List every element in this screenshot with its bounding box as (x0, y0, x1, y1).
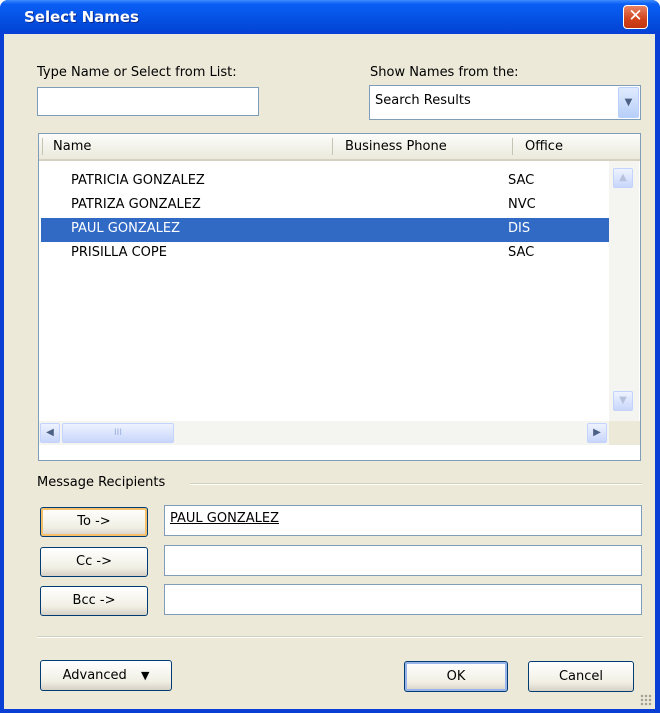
column-header-office[interactable]: Office (525, 139, 563, 154)
list-header: Name Business Phone Office (39, 134, 640, 161)
bcc-field[interactable] (164, 584, 642, 615)
window-title: Select Names (24, 8, 139, 26)
scrollbar-grip: III (114, 428, 122, 438)
search-label: Type Name or Select from List: (37, 65, 237, 80)
scroll-down-icon[interactable]: ▼ (613, 391, 633, 411)
ok-button[interactable]: OK (404, 661, 508, 692)
row-name: PATRICIA GONZALEZ (71, 173, 205, 188)
scrollbar-thumb[interactable]: III (62, 423, 174, 443)
search-input[interactable] (37, 87, 259, 116)
advanced-button[interactable]: Advanced ▼ (40, 660, 172, 691)
row-office: DIS (508, 221, 531, 236)
advanced-button-label: Advanced (62, 668, 127, 683)
column-header-name[interactable]: Name (53, 139, 91, 154)
names-list[interactable]: Name Business Phone Office PATRICIA GONZ… (38, 133, 641, 461)
footer-divider (37, 636, 642, 638)
to-button-label: To -> (77, 514, 111, 529)
group-divider (190, 483, 642, 485)
row-office: SAC (508, 245, 535, 260)
cancel-button-label: Cancel (558, 669, 604, 684)
dialog-body: Type Name or Select from List: Show Name… (4, 34, 655, 709)
list-row-selected[interactable]: PAUL GONZALEZ DIS (41, 218, 609, 242)
bcc-button[interactable]: Bcc -> (40, 586, 148, 616)
title-bar[interactable]: Select Names ✕ (0, 0, 660, 34)
close-button[interactable]: ✕ (623, 5, 648, 29)
scroll-up-icon[interactable]: ▲ (613, 168, 633, 188)
list-row[interactable]: PATRICIA GONZALEZ SAC (41, 170, 609, 194)
horizontal-scrollbar[interactable]: ◀ III ▶ (39, 421, 609, 445)
address-book-select[interactable]: Search Results ▼ (369, 85, 641, 120)
row-office: NVC (508, 197, 536, 212)
chevron-down-icon[interactable]: ▼ (618, 87, 639, 118)
dropdown-arrow-icon: ▼ (140, 669, 150, 682)
bcc-button-label: Bcc -> (72, 593, 116, 608)
list-row[interactable]: PATRIZA GONZALEZ NVC (41, 194, 609, 218)
row-name: PATRIZA GONZALEZ (71, 197, 201, 212)
cancel-button[interactable]: Cancel (528, 661, 634, 692)
scroll-left-icon[interactable]: ◀ (40, 423, 60, 443)
message-recipients-label: Message Recipients (37, 475, 166, 490)
to-field[interactable]: PAUL GONZALEZ (164, 505, 642, 536)
resize-grip-icon[interactable] (640, 694, 652, 706)
scrollbar-corner (609, 421, 640, 445)
column-divider (42, 138, 43, 155)
cc-button[interactable]: Cc -> (40, 547, 148, 577)
select-names-window: Select Names ✕ Type Name or Select from … (0, 0, 660, 713)
column-divider[interactable] (332, 138, 333, 155)
scroll-right-icon[interactable]: ▶ (587, 423, 607, 443)
address-book-label: Show Names from the: (370, 65, 519, 80)
ok-button-label: OK (446, 669, 466, 684)
column-divider[interactable] (512, 138, 513, 155)
vertical-scrollbar[interactable]: ▲ ▼ (609, 161, 639, 421)
to-button[interactable]: To -> (40, 507, 148, 537)
cc-button-label: Cc -> (76, 554, 112, 569)
list-row[interactable]: PRISILLA COPE SAC (41, 242, 609, 266)
cc-field[interactable] (164, 545, 642, 576)
row-name: PAUL GONZALEZ (71, 221, 180, 236)
to-recipient[interactable]: PAUL GONZALEZ (170, 511, 279, 526)
row-name: PRISILLA COPE (71, 245, 167, 260)
close-icon: ✕ (628, 6, 643, 26)
column-header-business-phone[interactable]: Business Phone (345, 139, 447, 154)
address-book-value: Search Results (375, 93, 471, 108)
row-office: SAC (508, 173, 535, 188)
